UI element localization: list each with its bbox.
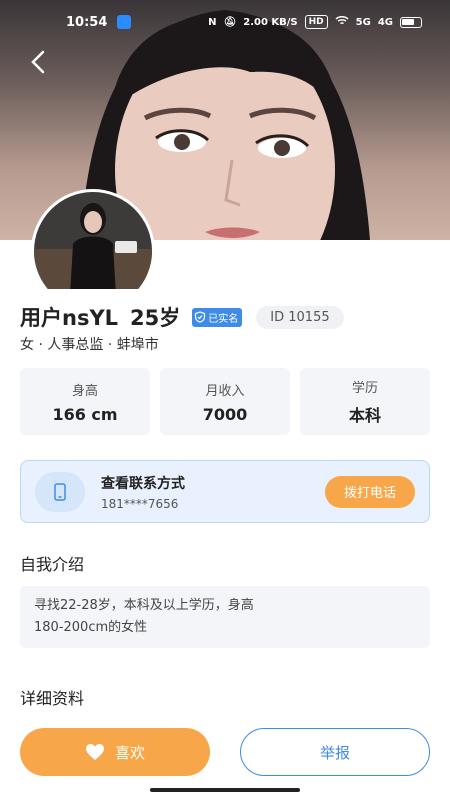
profile-stats: 身高 166 cm 月收入 7000 学历 本科 — [20, 368, 430, 435]
contact-title: 查看联系方式 — [101, 475, 185, 492]
wifi-icon — [335, 15, 349, 29]
heart-icon — [85, 744, 104, 760]
stat-label: 身高 — [71, 383, 98, 399]
stat-education: 学历 本科 — [300, 368, 430, 435]
stat-value: 7000 — [202, 404, 248, 424]
verified-badge: 已实名 — [192, 307, 243, 327]
call-button[interactable]: 拨打电话 — [325, 475, 415, 508]
report-button[interactable]: 举报 — [240, 728, 430, 776]
status-time: 10:54 — [66, 14, 108, 30]
net-speed: 2.00 KB/S — [243, 16, 298, 28]
contact-phone-number: 181****7656 — [101, 496, 179, 511]
stat-value: 本科 — [348, 406, 381, 425]
hd-icon: HD — [304, 15, 328, 29]
chevron-left-icon — [31, 50, 45, 74]
signal-4g-icon: 4G — [377, 16, 393, 28]
back-button[interactable] — [18, 42, 58, 82]
profile-name: 用户nsYL — [20, 306, 119, 330]
battery-icon — [400, 16, 422, 28]
details-title: 详细资料 — [20, 689, 85, 708]
stat-label: 学历 — [351, 381, 378, 396]
stat-height: 身高 166 cm — [20, 368, 150, 435]
intro-text-line2: 180-200cm的女性 — [34, 620, 148, 635]
avatar[interactable] — [31, 189, 155, 313]
profile-sub-info: 女 · 人事总监 · 蚌埠市 — [20, 337, 159, 353]
stat-label: 月收入 — [205, 383, 245, 399]
phone-icon-wrapper — [35, 471, 85, 512]
status-bar: 10:54 N 🔕︎ 2.00 KB/S HD 5G 4G — [0, 0, 450, 44]
intro-text-box: 寻找22-28岁，本科及以上学历，身高 180-200cm的女性 — [20, 586, 430, 648]
stat-income: 月收入 7000 — [160, 368, 290, 435]
profile-age: 25岁 — [130, 306, 181, 330]
like-button[interactable]: 喜欢 — [20, 728, 210, 776]
user-id-badge: ID 10155 — [256, 305, 344, 329]
nfc-icon: N — [208, 16, 217, 28]
intro-title: 自我介绍 — [20, 555, 85, 574]
phone-icon — [54, 482, 66, 501]
shield-check-icon — [195, 311, 206, 323]
verified-label: 已实名 — [208, 313, 239, 325]
profile-name-row: 用户nsYL 25岁 已实名 ID 10155 — [20, 302, 344, 332]
intro-text-line1: 寻找22-28岁，本科及以上学历，身高 — [34, 598, 254, 613]
stat-value: 166 cm — [52, 404, 118, 424]
app-notification-icon — [117, 15, 132, 29]
signal-5g-icon: 5G — [355, 16, 371, 28]
contact-card[interactable]: 查看联系方式 181****7656 拨打电话 — [20, 460, 430, 523]
like-label: 喜欢 — [114, 743, 145, 762]
home-indicator — [150, 788, 300, 792]
mute-icon: 🔕︎ — [223, 16, 237, 28]
